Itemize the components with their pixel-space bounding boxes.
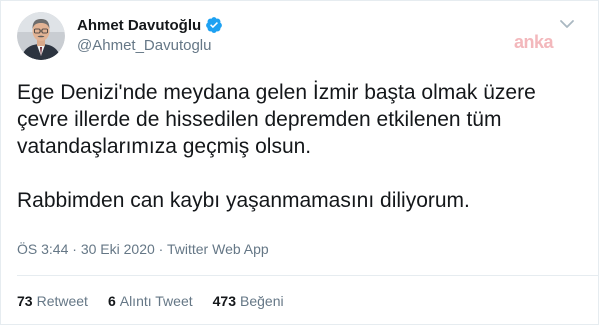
divider	[17, 275, 598, 276]
meta-separator: ·	[68, 241, 81, 257]
like-stat[interactable]: 473 Beğeni	[213, 293, 284, 309]
quote-count: 6	[107, 293, 116, 309]
retweet-label: Retweet	[36, 293, 88, 309]
tweet-source[interactable]: Twitter Web App	[167, 241, 269, 257]
display-name[interactable]: Ahmet Davutoğlu	[77, 17, 201, 34]
retweet-count: 73	[17, 293, 33, 309]
tweet-time[interactable]: ÖS 3:44	[17, 241, 68, 257]
watermark-logo: anka	[514, 32, 554, 52]
chevron-down-icon[interactable]	[556, 15, 578, 33]
tweet-paragraph: Ege Denizi'nde meydana gelen İzmir başta…	[17, 81, 536, 158]
tweet-card: Ahmet Davutoğlu @Ahmet_Davutoglu anka Eg…	[0, 0, 599, 325]
meta-separator: ·	[154, 241, 167, 257]
tweet-paragraph: Rabbimden can kaybı yaşanmamasını diliyo…	[17, 189, 470, 212]
avatar[interactable]	[17, 12, 65, 60]
avatar-image	[17, 12, 65, 60]
tweet-meta: ÖS 3:44 · 30 Eki 2020 · Twitter Web App	[17, 241, 269, 257]
user-handle[interactable]: @Ahmet_Davutoglu	[77, 37, 211, 54]
tweet-stats: 73 Retweet 6 Alıntı Tweet 473 Beğeni	[17, 293, 304, 309]
verified-badge-icon	[205, 16, 223, 34]
tweet-text: Ege Denizi'nde meydana gelen İzmir başta…	[17, 79, 587, 214]
retweet-stat[interactable]: 73 Retweet	[17, 293, 88, 309]
name-row: Ahmet Davutoğlu	[77, 15, 223, 35]
like-count: 473	[212, 293, 236, 309]
like-label: Beğeni	[240, 293, 284, 309]
quote-tweet-stat[interactable]: 6 Alıntı Tweet	[108, 293, 193, 309]
quote-label: Alıntı Tweet	[119, 293, 193, 309]
tweet-date[interactable]: 30 Eki 2020	[81, 241, 155, 257]
